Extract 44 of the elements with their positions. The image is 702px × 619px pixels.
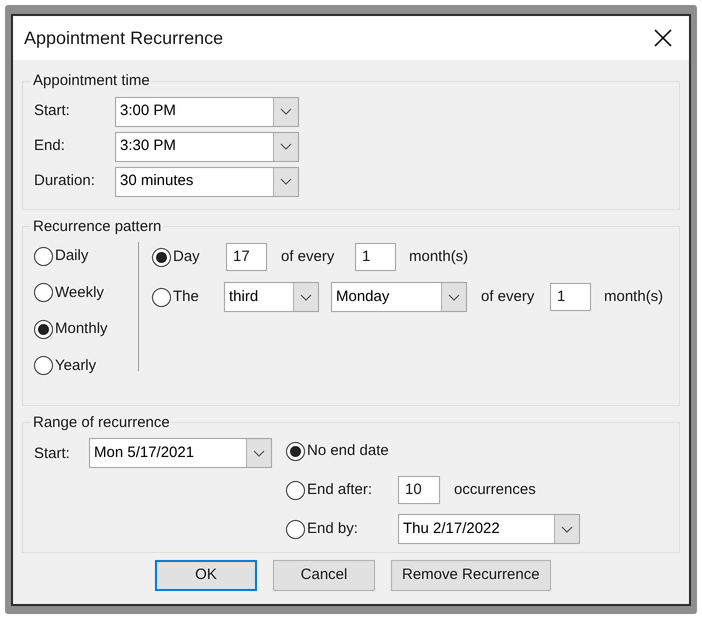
frequency-radio[interactable]: Yearly bbox=[34, 354, 138, 377]
group-title: Recurrence pattern bbox=[32, 216, 162, 236]
chevron-down-icon bbox=[280, 178, 292, 185]
dialog-button[interactable]: OK bbox=[155, 560, 257, 591]
of-every-label: of every bbox=[281, 246, 336, 267]
close-icon bbox=[654, 29, 672, 47]
group-title: Appointment time bbox=[32, 71, 151, 91]
frequency-radio[interactable]: Monthly bbox=[34, 318, 138, 340]
field-label: Start: bbox=[33, 101, 71, 122]
field-label: End: bbox=[33, 136, 66, 156]
end-radio[interactable]: End after: bbox=[286, 478, 398, 502]
unit-label: month(s) bbox=[604, 286, 664, 307]
chevron-down-icon bbox=[280, 143, 292, 150]
chevron-down-icon bbox=[280, 108, 292, 115]
end-radio[interactable]: No end date bbox=[286, 440, 398, 462]
chevron-down-icon bbox=[300, 294, 312, 300]
unit-label: month(s) bbox=[409, 246, 468, 267]
field-label: Start: bbox=[33, 444, 71, 464]
occurrences-field[interactable]: 10 bbox=[398, 476, 440, 504]
day-field[interactable]: 17 bbox=[226, 243, 267, 271]
dialog-button[interactable]: Remove Recurrence bbox=[391, 560, 551, 591]
time-dropdown[interactable]: 3:30 PM bbox=[115, 132, 299, 162]
end-date-dropdown[interactable]: Thu 2/17/2022 bbox=[398, 514, 580, 544]
time-dropdown[interactable]: 3:00 PM bbox=[115, 96, 299, 126]
day-radio[interactable]: Day bbox=[152, 246, 226, 268]
chevron-down-icon bbox=[253, 450, 265, 456]
frequency-radio[interactable]: Daily bbox=[34, 245, 138, 268]
window-title: Appointment Recurrence bbox=[24, 26, 224, 50]
dialog-button[interactable]: Cancel bbox=[273, 560, 375, 591]
end-radio[interactable]: End by: bbox=[286, 518, 398, 540]
frequency-radio[interactable]: Weekly bbox=[34, 282, 138, 304]
occurrences-label: occurrences bbox=[454, 480, 536, 500]
months-field[interactable]: 1 bbox=[550, 283, 591, 311]
ordinal-dropdown[interactable]: third bbox=[224, 282, 319, 312]
start-date-dropdown[interactable]: Mon 5/17/2021 bbox=[89, 438, 272, 468]
time-dropdown[interactable]: 30 minutes bbox=[115, 166, 299, 196]
chevron-down-icon bbox=[448, 294, 460, 300]
the-radio[interactable]: The bbox=[152, 286, 224, 308]
chevron-down-icon bbox=[561, 526, 573, 532]
weekday-dropdown[interactable]: Monday bbox=[331, 282, 467, 312]
field-label: Duration: bbox=[33, 171, 96, 192]
months-field[interactable]: 1 bbox=[355, 243, 396, 271]
group-title: Range of recurrence bbox=[32, 412, 171, 432]
of-every-label: of every bbox=[481, 286, 536, 307]
